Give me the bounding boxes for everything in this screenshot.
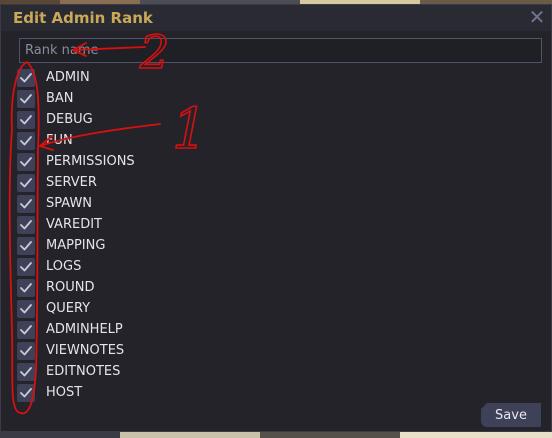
permission-checkbox[interactable] [17,320,35,339]
permission-row[interactable]: QUERY [17,298,135,319]
checkmark-icon [20,72,32,82]
game-screen: Edit Admin Rank ✕ ADMIN BAN DEBUG FUN PERMIS… [0,0,552,438]
permission-label: VIEWNOTES [46,343,125,358]
permission-row[interactable]: HOST [17,382,135,403]
checkmark-icon [20,261,32,271]
permission-label: BAN [46,91,74,106]
permission-row[interactable]: PERMISSIONS [17,151,135,172]
permission-row[interactable]: EDITNOTES [17,361,135,382]
permission-label: PERMISSIONS [46,154,135,169]
checkmark-icon [20,135,32,145]
permission-checkbox[interactable] [17,236,35,255]
permission-row[interactable]: SPAWN [17,193,135,214]
permission-checkbox[interactable] [17,110,35,129]
permission-row[interactable]: FUN [17,130,135,151]
permission-label: DEBUG [46,112,93,127]
permission-label: EDITNOTES [46,364,121,379]
permission-row[interactable]: DEBUG [17,109,135,130]
window-title: Edit Admin Rank [13,9,153,27]
save-button[interactable]: Save [481,403,541,427]
permission-row[interactable]: ADMIN [17,67,135,88]
permission-checkbox[interactable] [17,173,35,192]
permissions-list: ADMIN BAN DEBUG FUN PERMISSIONS SERVER SPAWN VA… [17,67,135,403]
permission-checkbox[interactable] [17,362,35,381]
game-world-background-bottom [0,432,552,438]
permission-label: HOST [46,385,83,400]
close-icon[interactable]: ✕ [527,7,547,27]
checkmark-icon [20,366,32,376]
permission-checkbox[interactable] [17,68,35,87]
checkmark-icon [20,240,32,250]
checkmark-icon [20,114,32,124]
checkmark-icon [20,93,32,103]
checkmark-icon [20,345,32,355]
checkmark-icon [20,282,32,292]
permission-checkbox[interactable] [17,194,35,213]
permission-row[interactable]: MAPPING [17,235,135,256]
permission-checkbox[interactable] [17,257,35,276]
permission-checkbox[interactable] [17,215,35,234]
permission-row[interactable]: SERVER [17,172,135,193]
permission-label: ADMINHELP [46,322,123,337]
permission-checkbox[interactable] [17,278,35,297]
permission-label: ROUND [46,280,95,295]
checkmark-icon [20,324,32,334]
checkmark-icon [20,156,32,166]
permission-checkbox[interactable] [17,89,35,108]
checkmark-icon [20,219,32,229]
edit-admin-rank-window: Edit Admin Rank ✕ ADMIN BAN DEBUG FUN PERMIS… [0,4,552,432]
permission-row[interactable]: BAN [17,88,135,109]
permission-label: MAPPING [46,238,106,253]
rank-name-input[interactable] [19,38,542,63]
window-titlebar[interactable]: Edit Admin Rank ✕ [1,5,551,31]
permission-label: LOGS [46,259,82,274]
checkmark-icon [20,303,32,313]
permission-label: VAREDIT [46,217,102,232]
checkmark-icon [20,198,32,208]
permission-row[interactable]: ADMINHELP [17,319,135,340]
permission-row[interactable]: ROUND [17,277,135,298]
checkmark-icon [20,387,32,397]
permission-checkbox[interactable] [17,341,35,360]
permission-label: SPAWN [46,196,93,211]
permission-row[interactable]: VAREDIT [17,214,135,235]
permission-checkbox[interactable] [17,152,35,171]
permission-checkbox[interactable] [17,131,35,150]
permission-row[interactable]: VIEWNOTES [17,340,135,361]
permission-checkbox[interactable] [17,299,35,318]
permission-label: ADMIN [46,70,90,85]
checkmark-icon [20,177,32,187]
permission-label: SERVER [46,175,97,190]
permission-label: QUERY [46,301,91,316]
permission-checkbox[interactable] [17,383,35,402]
permission-label: FUN [46,133,73,148]
permission-row[interactable]: LOGS [17,256,135,277]
